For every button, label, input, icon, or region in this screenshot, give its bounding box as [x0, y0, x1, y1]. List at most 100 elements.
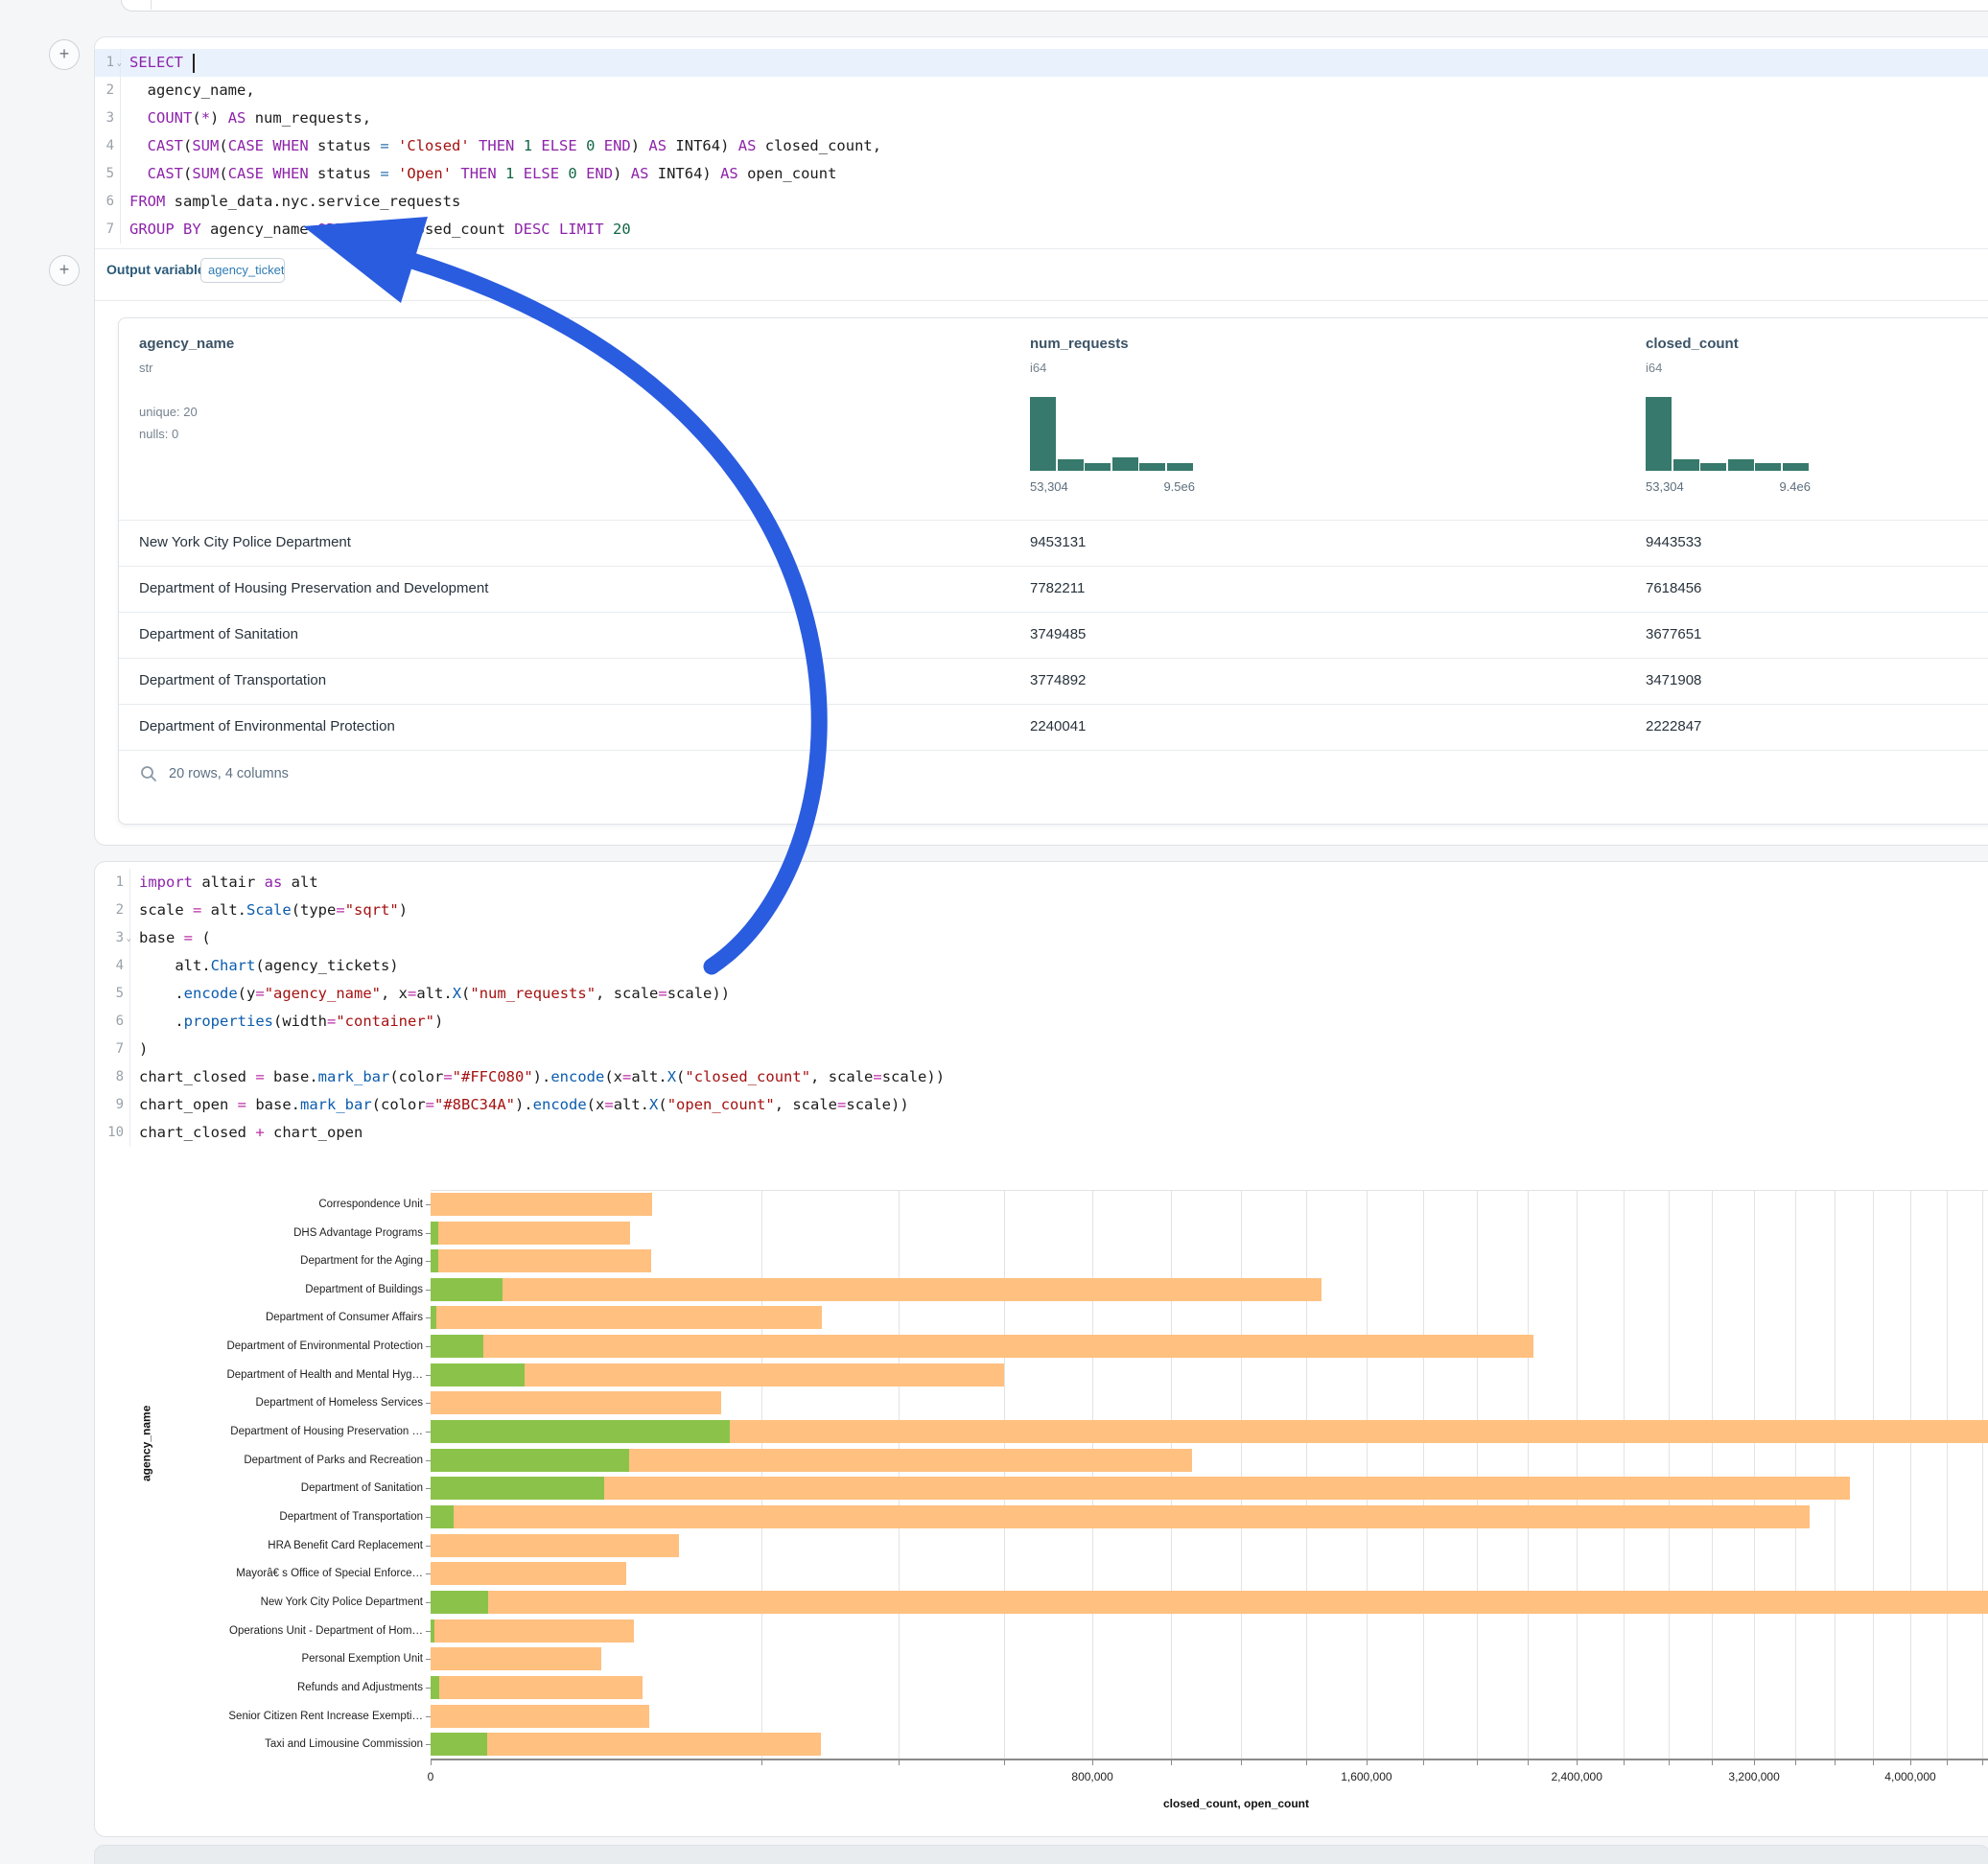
- histogram-max-label: 9.5e6: [1163, 479, 1195, 494]
- bar-open-count[interactable]: [431, 1249, 438, 1272]
- gridline: [1477, 1190, 1478, 1759]
- bar-closed-count[interactable]: [431, 1335, 1533, 1358]
- column-header[interactable]: agency_name: [139, 336, 234, 352]
- y-axis-label: Refunds and Adjustments: [116, 1682, 423, 1693]
- y-tick: [426, 1432, 431, 1433]
- sql-code-line: 3 COUNT(*) AS num_requests,: [95, 105, 1988, 132]
- code-text[interactable]: agency_name,: [121, 77, 255, 105]
- add-cell-button-output[interactable]: +: [49, 255, 80, 286]
- line-number: 5: [95, 160, 121, 188]
- add-cell-button-top[interactable]: +: [49, 39, 80, 70]
- y-axis-label: Department of Health and Mental Hyg…: [116, 1369, 423, 1381]
- bar-open-count[interactable]: [431, 1335, 483, 1358]
- gridline: [1712, 1190, 1713, 1759]
- y-axis-label: Department of Consumer Affairs: [116, 1312, 423, 1323]
- bar-closed-count[interactable]: [431, 1249, 651, 1272]
- bottom-cell-sliver: [94, 1845, 1988, 1864]
- table-row[interactable]: Department of Transportation377489234719…: [119, 658, 1988, 705]
- code-text[interactable]: CAST(SUM(CASE WHEN status = 'Closed' THE…: [121, 132, 881, 160]
- table-row[interactable]: Department of Sanitation37494853677651: [119, 612, 1988, 659]
- column-histogram: [1646, 397, 1811, 471]
- line-number: 3: [95, 105, 121, 132]
- column-header[interactable]: num_requests: [1030, 336, 1129, 352]
- cell-num-requests: 9453131: [1030, 534, 1086, 550]
- sql-cell: 1⌄SELECT 2 agency_name,3 COUNT(*) AS num…: [94, 36, 1988, 846]
- y-axis-label: Correspondence Unit: [116, 1199, 423, 1210]
- sql-code-line: 4 CAST(SUM(CASE WHEN status = 'Closed' T…: [95, 132, 1988, 160]
- bar-closed-count[interactable]: [431, 1193, 652, 1216]
- code-text[interactable]: SELECT: [121, 49, 195, 77]
- column-header[interactable]: closed_count: [1646, 336, 1739, 352]
- column-histogram: [1030, 397, 1195, 471]
- gridline: [1577, 1190, 1578, 1759]
- line-number: 4: [95, 132, 121, 160]
- y-tick: [426, 1233, 431, 1234]
- bar-closed-count[interactable]: [431, 1534, 679, 1557]
- bar-open-count[interactable]: [431, 1505, 454, 1528]
- x-tick-label: 4,000,000: [1884, 1770, 1935, 1783]
- x-axis-title: closed_count, open_count: [1163, 1797, 1309, 1810]
- code-text[interactable]: GROUP BY agency_name ORDER BY closed_cou…: [121, 216, 631, 244]
- y-axis-label: Department of Environmental Protection: [116, 1340, 423, 1352]
- y-tick: [426, 1602, 431, 1603]
- y-tick: [426, 1261, 431, 1262]
- bar-closed-count[interactable]: [431, 1647, 601, 1670]
- histogram-bar: [1112, 457, 1138, 471]
- cell-closed-count: 9443533: [1646, 534, 1701, 550]
- code-text[interactable]: FROM sample_data.nyc.service_requests: [121, 188, 460, 216]
- fold-chevron-icon[interactable]: ⌄: [117, 50, 122, 78]
- sql-editor[interactable]: 1⌄SELECT 2 agency_name,3 COUNT(*) AS num…: [95, 49, 1988, 244]
- bar-closed-count[interactable]: [431, 1222, 630, 1245]
- bar-open-count[interactable]: [431, 1222, 438, 1245]
- bar-closed-count[interactable]: [431, 1477, 1850, 1500]
- cell-closed-count: 3471908: [1646, 672, 1701, 688]
- column-meta: nulls: 0: [139, 427, 178, 441]
- output-variable-badge[interactable]: agency_tickets: [200, 258, 285, 283]
- y-tick: [426, 1517, 431, 1518]
- table-row[interactable]: Department of Environmental Protection22…: [119, 704, 1988, 751]
- bar-closed-count[interactable]: [431, 1591, 1988, 1614]
- bar-open-count[interactable]: [431, 1676, 439, 1699]
- bar-closed-count[interactable]: [431, 1705, 649, 1728]
- code-text[interactable]: COUNT(*) AS num_requests,: [121, 105, 371, 132]
- bar-closed-count[interactable]: [431, 1619, 634, 1643]
- python-cell: 1import altair as alt2scale = alt.Scale(…: [94, 861, 1988, 1837]
- bar-closed-count[interactable]: [431, 1562, 626, 1585]
- search-icon[interactable]: [140, 765, 157, 782]
- gridline: [1982, 1190, 1983, 1759]
- gridline: [1795, 1190, 1796, 1759]
- code-text[interactable]: CAST(SUM(CASE WHEN status = 'Open' THEN …: [121, 160, 836, 188]
- x-tick-label: 3,200,000: [1728, 1770, 1779, 1783]
- result-table[interactable]: agency_namestrunique: 20nulls: 0num_requ…: [118, 317, 1988, 825]
- bar-closed-count[interactable]: [431, 1676, 643, 1699]
- bar-open-count[interactable]: [431, 1278, 503, 1301]
- bar-closed-count[interactable]: [431, 1733, 821, 1756]
- bar-open-count[interactable]: [431, 1420, 730, 1443]
- bar-closed-count[interactable]: [431, 1278, 1321, 1301]
- bar-open-count[interactable]: [431, 1477, 604, 1500]
- bar-open-count[interactable]: [431, 1306, 436, 1329]
- bar-open-count[interactable]: [431, 1733, 487, 1756]
- y-tick: [426, 1290, 431, 1291]
- gridline: [1910, 1190, 1911, 1759]
- bar-open-count[interactable]: [431, 1619, 434, 1643]
- bar-open-count[interactable]: [431, 1363, 525, 1386]
- bar-closed-count[interactable]: [431, 1391, 721, 1414]
- bar-closed-count[interactable]: [431, 1505, 1810, 1528]
- y-axis-label: Personal Exemption Unit: [116, 1653, 423, 1665]
- table-row[interactable]: Department of Housing Preservation and D…: [119, 566, 1988, 613]
- line-number: 6: [95, 188, 121, 216]
- y-axis-label: Department of Transportation: [116, 1511, 423, 1523]
- sql-code-line: 7GROUP BY agency_name ORDER BY closed_co…: [95, 216, 1988, 244]
- cell-num-requests: 2240041: [1030, 718, 1086, 734]
- bar-closed-count[interactable]: [431, 1306, 822, 1329]
- histogram-bar: [1030, 397, 1056, 471]
- altair-chart[interactable]: 0800,0001,600,0002,400,0003,200,0004,000…: [95, 862, 1988, 1836]
- y-tick: [426, 1573, 431, 1574]
- table-row[interactable]: New York City Police Department945313194…: [119, 520, 1988, 567]
- bar-open-count[interactable]: [431, 1449, 629, 1472]
- bar-open-count[interactable]: [431, 1591, 488, 1614]
- gridline: [1528, 1190, 1529, 1759]
- histogram-bar: [1755, 463, 1781, 471]
- cell-agency-name: Department of Housing Preservation and D…: [139, 580, 488, 596]
